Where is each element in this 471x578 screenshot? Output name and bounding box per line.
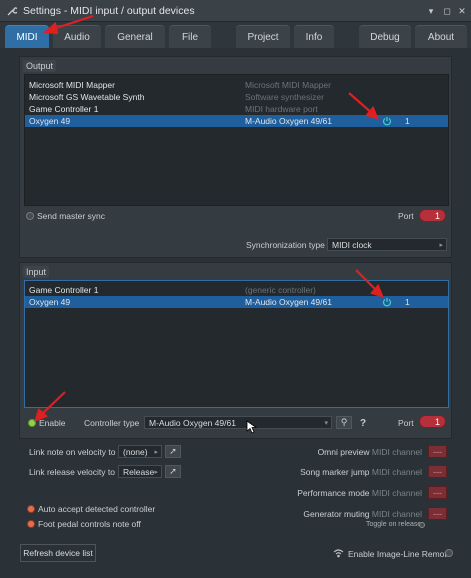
list-item-selected[interactable]: Oxygen 49 M-Audio Oxygen 49/61 1: [25, 115, 448, 127]
tab-audio[interactable]: Audio: [53, 25, 101, 48]
close-icon[interactable]: ✕: [455, 4, 469, 18]
input-port-label: Port: [398, 418, 414, 428]
omni-preview-channel[interactable]: ---: [428, 445, 447, 458]
foot-pedal-checkbox[interactable]: [27, 520, 35, 528]
song-marker-jump-channel[interactable]: ---: [428, 465, 447, 478]
power-icon[interactable]: [382, 116, 392, 126]
minimize-icon[interactable]: ▾: [424, 4, 438, 18]
device-name: Game Controller 1: [29, 104, 99, 114]
device-desc: MIDI hardware port: [245, 104, 318, 114]
list-item[interactable]: Game Controller 1 (generic controller): [25, 284, 448, 296]
midi-channel-label: MIDI channel: [371, 467, 422, 477]
send-master-sync-label: Send master sync: [37, 211, 106, 221]
link-note-velocity-dropdown[interactable]: (none) ▸: [118, 445, 162, 458]
help-icon[interactable]: ?: [360, 418, 366, 429]
list-item-selected[interactable]: Oxygen 49 M-Audio Oxygen 49/61 1: [25, 296, 448, 308]
sync-type-label: Synchronization type: [246, 240, 325, 250]
power-icon[interactable]: [382, 297, 392, 307]
controller-type-label: Controller type: [84, 418, 140, 428]
foot-pedal-label: Foot pedal controls note off: [38, 519, 141, 529]
midi-channel-label: MIDI channel: [371, 447, 422, 457]
send-master-sync-checkbox[interactable]: [26, 212, 34, 220]
device-name: Microsoft MIDI Mapper: [29, 80, 115, 90]
omni-preview-label: Omni preview: [317, 447, 370, 457]
link-release-velocity-value: Release: [123, 466, 155, 477]
curve-icon[interactable]: ➚: [165, 445, 181, 458]
device-desc: M-Audio Oxygen 49/61: [245, 297, 332, 307]
list-item[interactable]: Game Controller 1 MIDI hardware port: [25, 103, 448, 115]
controller-type-dropdown[interactable]: M-Audio Oxygen 49/61 ▾: [144, 416, 332, 429]
auto-accept-label: Auto accept detected controller: [38, 504, 156, 514]
chevron-right-icon: ▸: [154, 468, 158, 476]
generator-muting-channel[interactable]: ---: [428, 507, 447, 520]
output-panel: Output Microsoft MIDI Mapper Microsoft M…: [19, 56, 452, 258]
song-marker-jump-row: Song marker jump MIDI channel: [280, 467, 422, 477]
omni-preview-row: Omni preview MIDI channel: [300, 447, 422, 457]
device-name: Oxygen 49: [29, 116, 71, 126]
link-note-velocity-label: Link note on velocity to: [29, 447, 116, 457]
enable-remote-label: Enable Image-Line Remote: [348, 549, 452, 559]
tab-info[interactable]: Info: [294, 25, 334, 48]
wrench-icon: [7, 6, 17, 15]
cursor-icon: [246, 420, 258, 434]
chevron-right-icon: ▸: [154, 448, 158, 456]
link-release-velocity-label: Link release velocity to: [29, 467, 115, 477]
tab-debug[interactable]: Debug: [359, 25, 411, 48]
auto-accept-checkbox[interactable]: [27, 505, 35, 513]
device-name: Microsoft GS Wavetable Synth: [29, 92, 145, 102]
device-desc: Software synthesizer: [245, 92, 324, 102]
device-port: 1: [405, 116, 410, 126]
toggle-on-release-label: Toggle on release: [366, 521, 422, 528]
controller-type-value: M-Audio Oxygen 49/61: [149, 417, 236, 428]
list-item[interactable]: Microsoft GS Wavetable Synth Software sy…: [25, 91, 448, 103]
device-port: 1: [405, 297, 410, 307]
tab-about[interactable]: About: [415, 25, 467, 48]
tab-general[interactable]: General: [105, 25, 165, 48]
midi-channel-label: MIDI channel: [371, 509, 422, 519]
curve-icon[interactable]: ➚: [165, 465, 181, 478]
device-desc: Microsoft MIDI Mapper: [245, 80, 331, 90]
device-name: Game Controller 1: [29, 285, 99, 295]
title-bar: Settings - MIDI input / output devices ▾…: [0, 0, 471, 22]
tab-bar: MIDI Audio General File Project Info Deb…: [0, 22, 471, 48]
generator-muting-row: Generator muting MIDI channel: [280, 509, 422, 519]
link-note-velocity-value: (none): [123, 446, 148, 457]
device-desc: (generic controller): [245, 285, 316, 295]
device-desc: M-Audio Oxygen 49/61: [245, 116, 332, 126]
link-release-velocity-dropdown[interactable]: Release ▸: [118, 465, 162, 478]
search-icon[interactable]: ⚲: [336, 416, 352, 429]
performance-mode-label: Performance mode: [297, 488, 370, 498]
tab-project[interactable]: Project: [236, 25, 290, 48]
list-item[interactable]: Microsoft MIDI Mapper Microsoft MIDI Map…: [25, 79, 448, 91]
refresh-device-list-button[interactable]: Refresh device list: [20, 544, 96, 562]
sync-type-dropdown[interactable]: MIDI clock ▸: [327, 238, 447, 251]
chevron-right-icon: ▸: [439, 241, 443, 249]
generator-muting-label: Generator muting: [303, 509, 370, 519]
input-device-list[interactable]: Game Controller 1 (generic controller) O…: [24, 280, 449, 408]
song-marker-jump-label: Song marker jump: [300, 467, 370, 477]
tab-midi[interactable]: MIDI: [5, 25, 49, 48]
input-panel: Input Game Controller 1 (generic control…: [19, 262, 452, 439]
tab-file[interactable]: File: [169, 25, 211, 48]
midi-channel-label: MIDI channel: [371, 488, 422, 498]
enable-label: Enable: [39, 418, 66, 428]
input-label: Input: [23, 266, 50, 278]
enable-remote-checkbox[interactable]: [445, 549, 453, 557]
output-label: Output: [23, 60, 57, 72]
input-port-selector[interactable]: 1: [419, 415, 446, 428]
performance-mode-channel[interactable]: ---: [428, 486, 447, 499]
enable-checkbox[interactable]: [28, 419, 36, 427]
maximize-icon[interactable]: ◻: [440, 4, 454, 18]
sync-type-value: MIDI clock: [332, 239, 372, 250]
chevron-down-icon: ▾: [324, 419, 328, 427]
output-port-selector[interactable]: 1: [419, 209, 446, 222]
remote-icon: [333, 549, 344, 558]
device-name: Oxygen 49: [29, 297, 71, 307]
toggle-on-release-checkbox[interactable]: [419, 522, 425, 528]
performance-mode-row: Performance mode MIDI channel: [280, 488, 422, 498]
window-title: Settings - MIDI input / output devices: [23, 4, 195, 17]
output-port-label: Port: [398, 211, 414, 221]
output-device-list[interactable]: Microsoft MIDI Mapper Microsoft MIDI Map…: [24, 74, 449, 206]
